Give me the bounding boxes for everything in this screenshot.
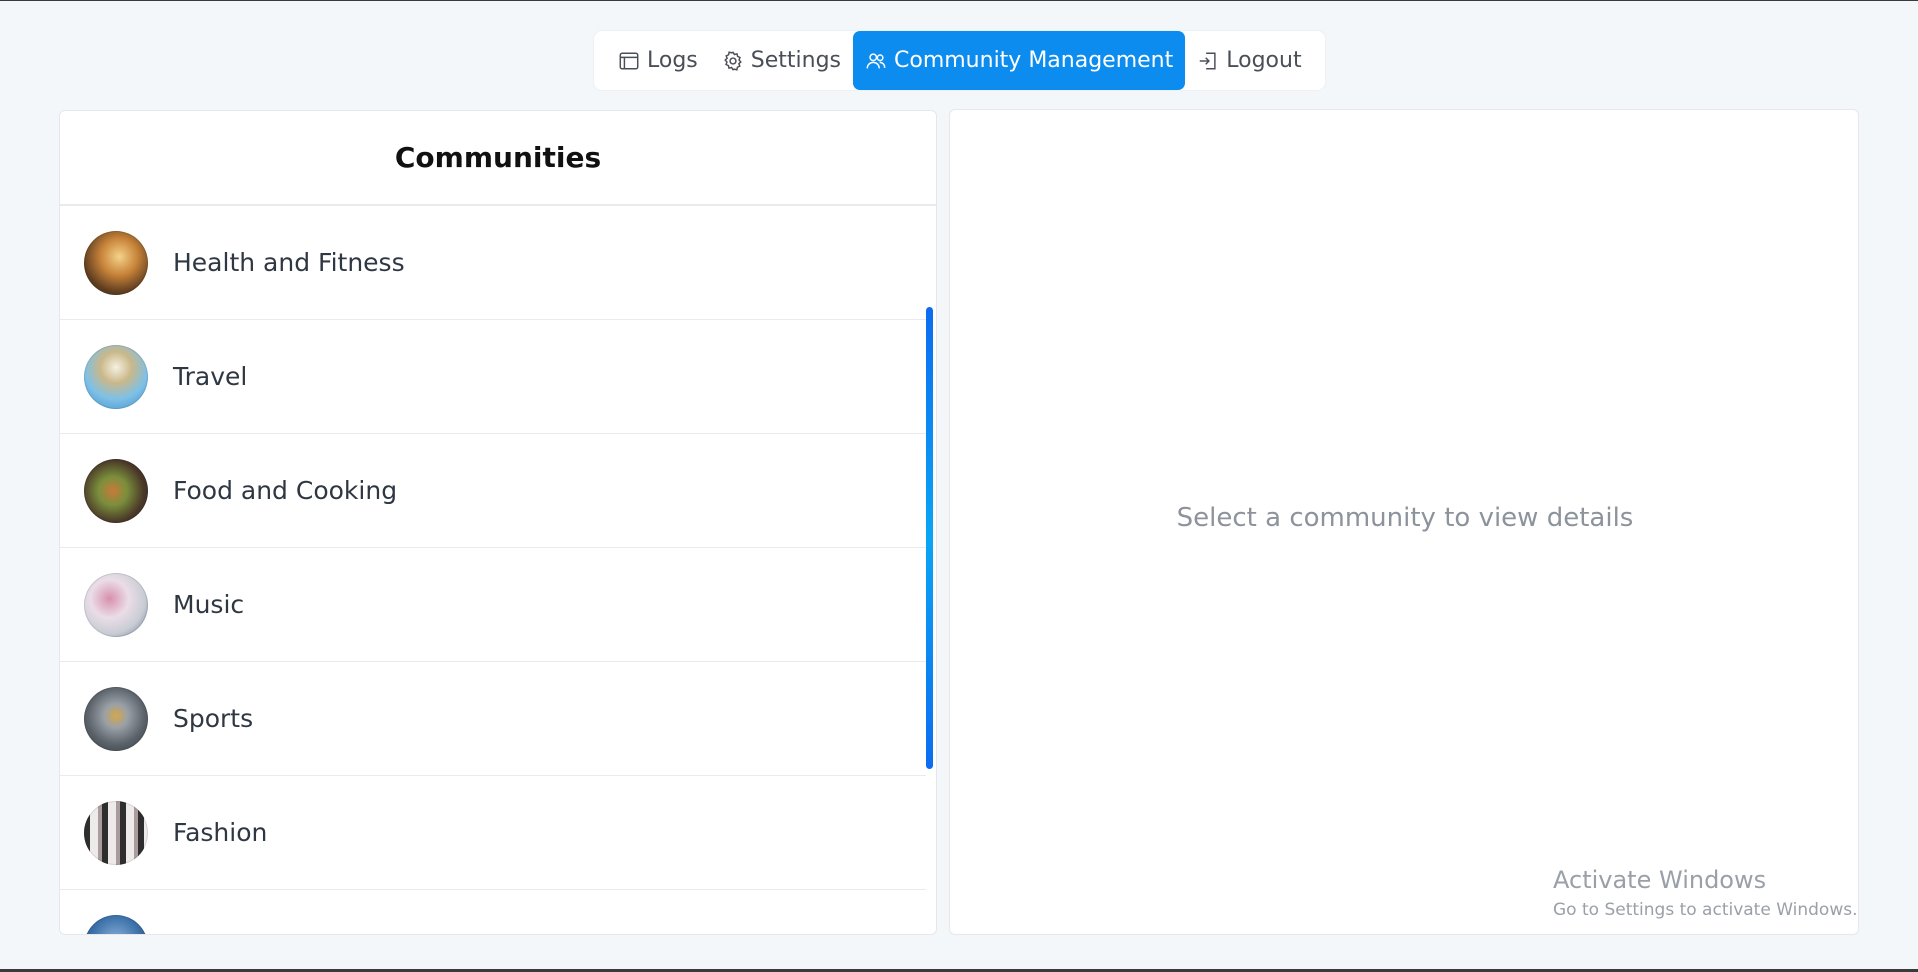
nav-community-management-label: Community Management — [894, 48, 1174, 73]
nav-logout-label: Logout — [1226, 48, 1302, 73]
list-item[interactable]: Travel — [60, 320, 926, 434]
list-item[interactable]: Health and Fitness — [60, 206, 926, 320]
communities-list[interactable]: Health and Fitness Travel Food and Cooki… — [60, 206, 936, 934]
nav-settings-label: Settings — [750, 48, 841, 73]
list-item[interactable]: Fashion — [60, 776, 926, 890]
logout-icon — [1197, 50, 1219, 72]
details-panel: Select a community to view details — [949, 109, 1859, 935]
details-placeholder: Select a community to view details — [1176, 503, 1634, 533]
community-name: Fashion — [173, 818, 268, 847]
communities-title: Communities — [60, 111, 936, 206]
community-avatar — [84, 344, 148, 409]
list-item[interactable]: Sports — [60, 662, 926, 776]
community-name: Health and Fitness — [173, 248, 405, 277]
nav-logout[interactable]: Logout — [1185, 31, 1313, 90]
nav-logs-label: Logs — [647, 48, 698, 73]
gear-icon — [722, 50, 744, 72]
list-scrollbar[interactable] — [926, 307, 933, 769]
list-item[interactable]: Food and Cooking — [60, 434, 926, 548]
nav-community-management[interactable]: Community Management — [853, 31, 1186, 90]
community-avatar — [84, 800, 148, 865]
nav-logs[interactable]: Logs — [606, 31, 710, 90]
list-item[interactable]: Music — [60, 548, 926, 662]
community-name: Sports — [173, 704, 254, 733]
activation-watermark: Activate Windows Go to Settings to activ… — [1553, 866, 1858, 920]
community-name: Music — [173, 590, 245, 619]
community-avatar — [84, 686, 148, 751]
community-avatar — [84, 572, 148, 637]
watermark-title: Activate Windows — [1553, 866, 1767, 894]
window-top-border — [0, 0, 1918, 1]
list-item[interactable] — [60, 890, 926, 934]
community-avatar — [84, 230, 148, 295]
browser-window-icon — [618, 50, 640, 72]
top-nav: Logs Settings Community Management Logou… — [594, 31, 1325, 90]
community-name: Food and Cooking — [173, 476, 398, 505]
community-avatar — [84, 914, 148, 934]
watermark-subtitle: Go to Settings to activate Windows. — [1553, 900, 1858, 920]
nav-settings[interactable]: Settings — [710, 31, 853, 90]
community-avatar — [84, 458, 148, 523]
communities-panel: Communities Health and Fitness Travel Fo… — [59, 110, 937, 935]
users-icon — [865, 50, 887, 72]
community-name: Travel — [173, 362, 248, 391]
